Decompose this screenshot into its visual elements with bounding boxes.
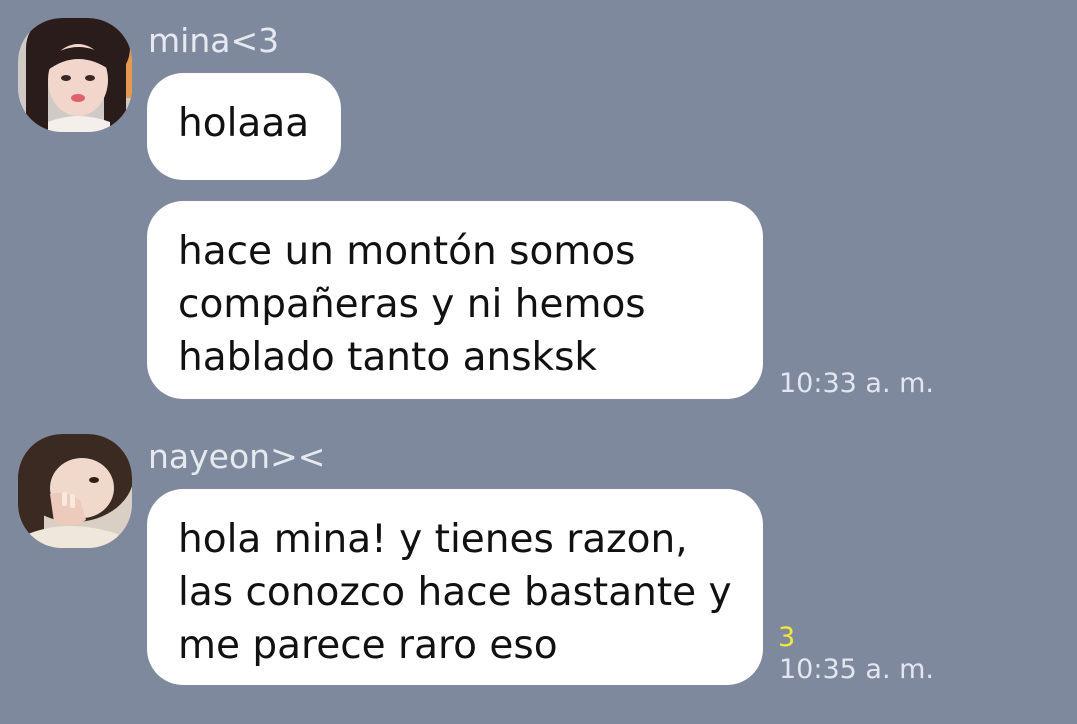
profile-photo-mina	[18, 18, 132, 132]
avatar-nayeon[interactable]	[18, 434, 132, 548]
message-bubble[interactable]: hace un montón somos compañeras y ni hem…	[147, 201, 763, 399]
message-line: compañeras y ni hemos	[178, 282, 646, 327]
message-line: hablado tanto ansksk	[178, 335, 598, 380]
message-line: holaaa	[178, 101, 310, 146]
message-line: hace un montón somos	[178, 229, 636, 274]
message-line: me parece raro eso	[178, 623, 558, 668]
sender-name: nayeon><	[148, 437, 326, 476]
message-line: hola mina! y tienes razon,	[178, 517, 688, 562]
profile-photo-nayeon	[18, 434, 132, 548]
message-timestamp: 10:35 a. m.	[779, 654, 934, 685]
message-timestamp: 10:33 a. m.	[779, 368, 934, 399]
sender-name: mina<3	[148, 21, 280, 60]
message-bubble[interactable]: hola mina! y tienes razon, las conozco h…	[147, 489, 763, 685]
message-line: las conozco hace bastante y	[178, 570, 732, 615]
avatar-mina[interactable]	[18, 18, 132, 132]
message-bubble[interactable]: holaaa	[147, 73, 341, 180]
unread-count: 3	[778, 622, 796, 653]
